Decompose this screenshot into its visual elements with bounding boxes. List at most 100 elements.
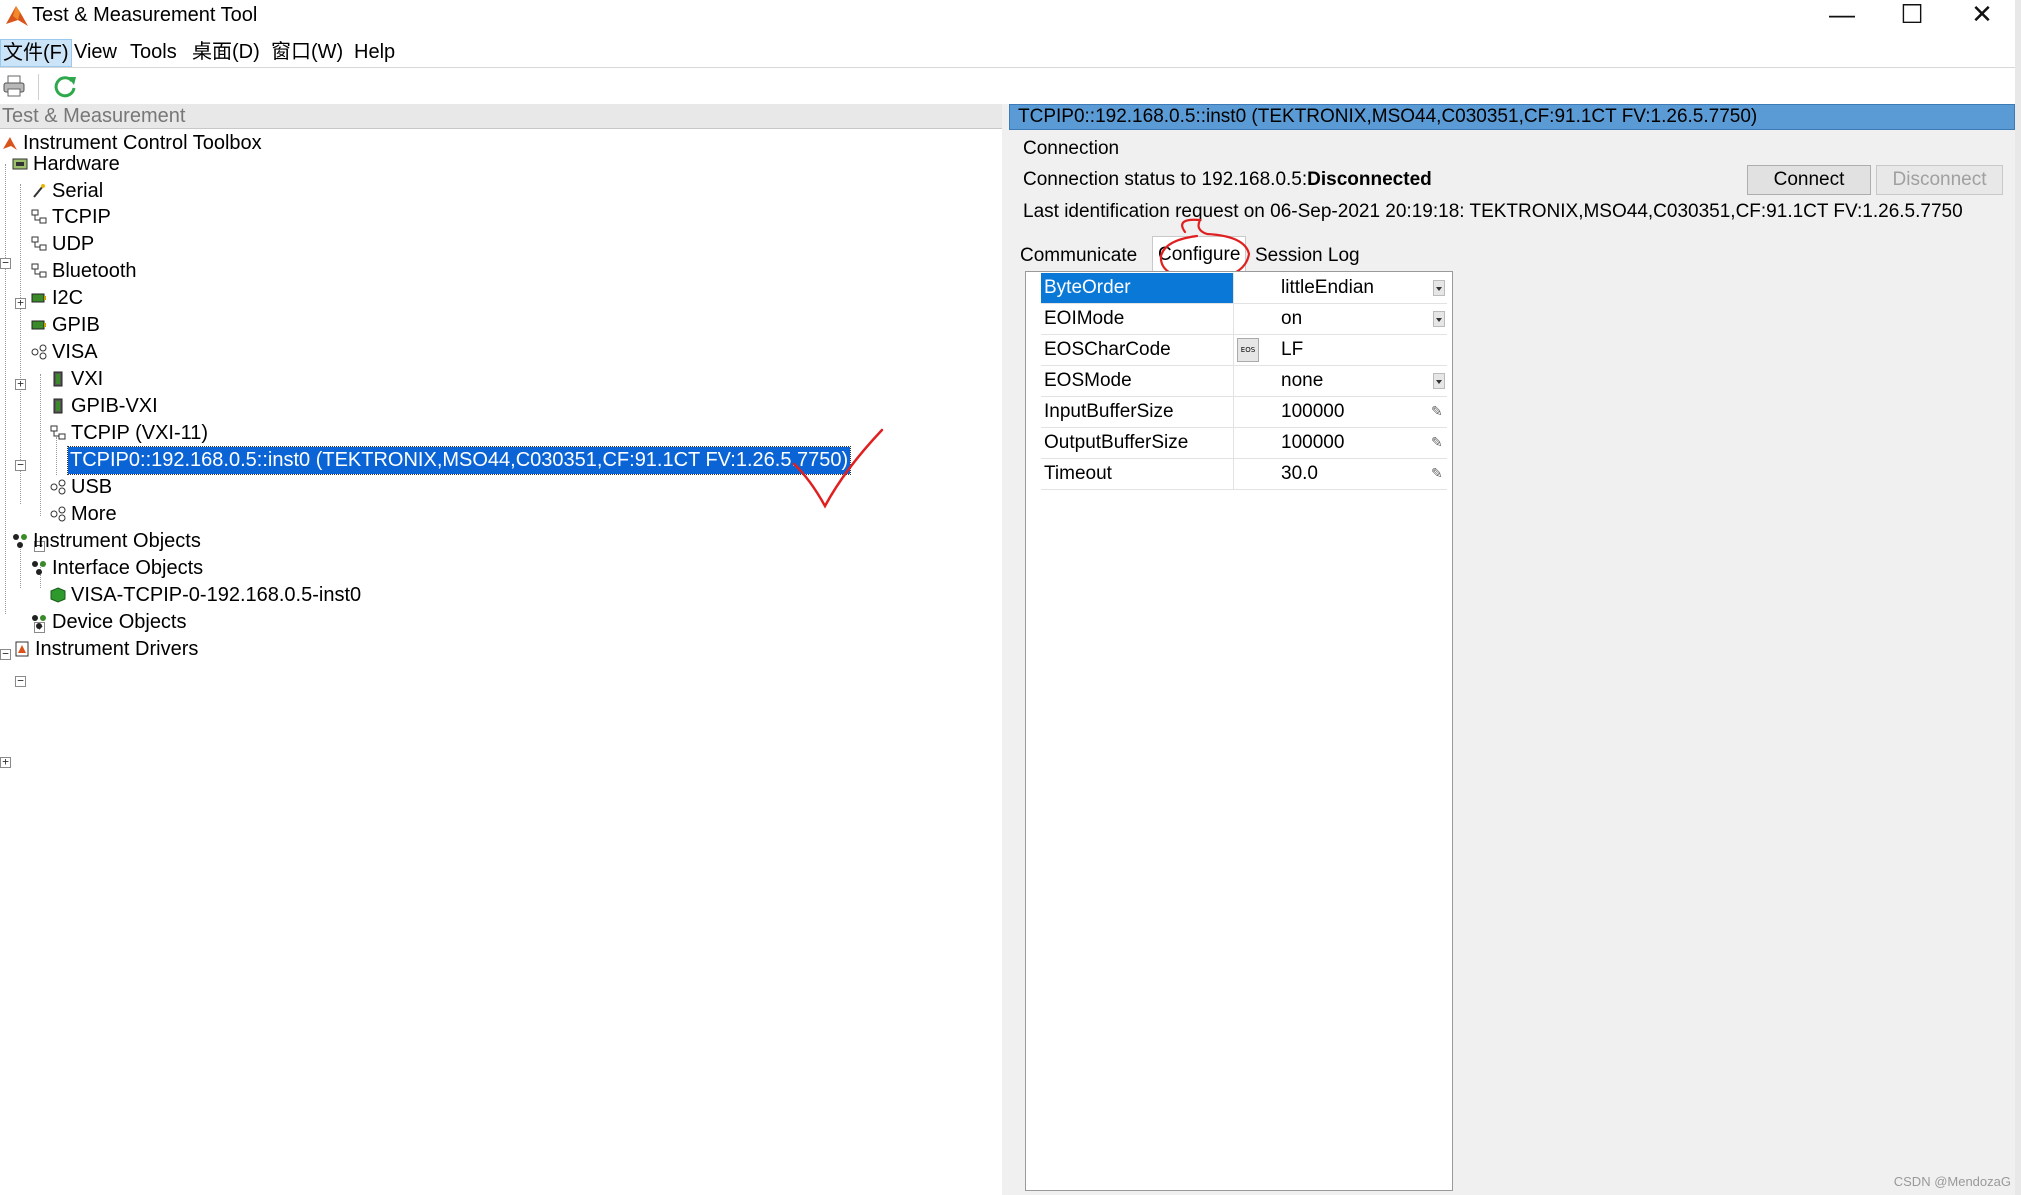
- tree-node-more[interactable]: More: [50, 501, 119, 528]
- tree-node-bluetooth[interactable]: Bluetooth: [31, 258, 139, 285]
- dropdown-arrow-icon[interactable]: [1433, 311, 1445, 327]
- objects-icon: [13, 534, 27, 548]
- network-icon: [31, 236, 47, 251]
- close-button[interactable]: ✕: [1947, 0, 2017, 30]
- property-row-eoimode[interactable]: EOIMode on: [1041, 304, 1447, 335]
- tree-node-tcpip[interactable]: TCPIP: [31, 204, 113, 231]
- hardware-icon: [12, 158, 28, 170]
- printer-icon[interactable]: [2, 74, 26, 98]
- connection-section-title: Connection: [1023, 138, 1120, 159]
- dropdown-arrow-icon[interactable]: [1433, 280, 1445, 296]
- property-name: EOIMode: [1041, 304, 1234, 334]
- disconnect-button[interactable]: Disconnect: [1876, 165, 2003, 195]
- cube-icon: [50, 587, 66, 603]
- connection-status-value: Disconnected: [1307, 169, 1432, 190]
- menu-window[interactable]: 窗口(W): [269, 39, 345, 65]
- toolbar-divider: [38, 74, 39, 100]
- property-name: EOSCharCode: [1041, 335, 1234, 365]
- tree-node-instrument-objects[interactable]: Instrument Objects: [12, 528, 203, 555]
- minimize-button[interactable]: —: [1807, 0, 1877, 30]
- tree-node-instrument-drivers[interactable]: Instrument Drivers: [14, 636, 200, 663]
- property-value[interactable]: on: [1281, 304, 1302, 334]
- expand-bluetooth-toggle[interactable]: +: [15, 378, 26, 390]
- pencil-icon[interactable]: ✎: [1431, 434, 1445, 450]
- tab-communicate[interactable]: Communicate: [1015, 240, 1142, 272]
- title-bar: Test & Measurement Tool — ☐ ✕: [0, 0, 2021, 34]
- chassis-icon: [53, 371, 63, 387]
- connect-button[interactable]: Connect: [1747, 165, 1871, 195]
- matlab-icon: [6, 6, 28, 26]
- tree-node-vxi[interactable]: VXI: [50, 366, 105, 393]
- tree-node-udp[interactable]: UDP: [31, 231, 96, 258]
- collapse-hardware-toggle[interactable]: −: [0, 257, 11, 269]
- tree-node-interface-objects[interactable]: Interface Objects: [31, 555, 205, 582]
- menu-view[interactable]: View: [72, 39, 119, 65]
- tree-node-usb[interactable]: USB: [50, 474, 114, 501]
- network-icon: [50, 425, 66, 440]
- property-name: EOSMode: [1041, 366, 1234, 396]
- property-value[interactable]: littleEndian: [1281, 273, 1374, 303]
- menu-help[interactable]: Help: [352, 39, 397, 65]
- tree-node-gpib[interactable]: GPIB: [31, 312, 102, 339]
- detail-header: TCPIP0::192.168.0.5::inst0 (TEKTRONIX,MS…: [1009, 104, 2015, 130]
- property-name: InputBufferSize: [1041, 397, 1234, 427]
- tree-node-hardware[interactable]: Hardware: [12, 151, 122, 178]
- detail-panel: TCPIP0::192.168.0.5::inst0 (TEKTRONIX,MS…: [1009, 104, 2015, 1195]
- maximize-button[interactable]: ☐: [1877, 0, 1947, 30]
- pencil-icon[interactable]: ✎: [1431, 403, 1445, 419]
- tree-node-device-objects[interactable]: Device Objects: [31, 609, 189, 636]
- objects-icon: [32, 561, 46, 575]
- property-name: Timeout: [1041, 459, 1234, 489]
- tree-node-tcpip-vxi11[interactable]: TCPIP (VXI-11): [50, 420, 210, 447]
- visa-icon: [50, 506, 66, 522]
- dropdown-arrow-icon[interactable]: [1433, 373, 1445, 389]
- property-value[interactable]: 100000: [1281, 397, 1344, 427]
- chassis-icon: [53, 398, 63, 414]
- property-row-eoscharcode[interactable]: EOSCharCode EOS LF: [1041, 335, 1447, 366]
- property-name: OutputBufferSize: [1041, 428, 1234, 458]
- property-value[interactable]: 100000: [1281, 428, 1344, 458]
- tab-session-log[interactable]: Session Log: [1250, 240, 1365, 272]
- menu-desktop[interactable]: 桌面(D): [190, 39, 262, 65]
- window-edge: [2015, 0, 2021, 1195]
- expand-serial-toggle[interactable]: +: [15, 297, 26, 309]
- property-value[interactable]: 30.0: [1281, 459, 1318, 489]
- board-icon: [31, 293, 46, 303]
- pencil-icon[interactable]: ✎: [1431, 465, 1445, 481]
- menu-tools[interactable]: Tools: [128, 39, 179, 65]
- watermark: CSDN @MendozaG: [1893, 1174, 2011, 1189]
- tree-node-gpib-vxi[interactable]: GPIB-VXI: [50, 393, 160, 420]
- window-title: Test & Measurement Tool: [32, 4, 258, 26]
- property-row-inputbuffersize[interactable]: InputBufferSize 100000 ✎: [1041, 397, 1447, 428]
- collapse-visa-toggle[interactable]: −: [15, 459, 26, 471]
- property-row-eosmode[interactable]: EOSMode none: [1041, 366, 1447, 397]
- tree-node-serial[interactable]: Serial: [31, 178, 105, 205]
- menu-bar: 文件(F) View Tools 桌面(D) 窗口(W) Help: [0, 36, 2021, 68]
- property-value[interactable]: LF: [1281, 335, 1303, 365]
- panel-splitter[interactable]: [1002, 104, 1009, 1195]
- objects-icon: [32, 615, 46, 629]
- property-name: ByteOrder: [1041, 273, 1234, 303]
- property-row-byteorder[interactable]: ByteOrder littleEndian: [1041, 273, 1447, 304]
- toolbar: [0, 68, 2021, 106]
- tree-node-visa-object[interactable]: VISA-TCPIP-0-192.168.0.5-inst0: [50, 582, 363, 609]
- property-value[interactable]: none: [1281, 366, 1323, 396]
- eos-editor-button[interactable]: EOS: [1237, 338, 1259, 362]
- connection-status-label: Connection status to 192.168.0.5:: [1023, 169, 1308, 190]
- tree-node-visa[interactable]: VISA: [31, 339, 100, 366]
- tree-panel: Test & Measurement Instrument Control To…: [0, 104, 1003, 1195]
- network-icon: [31, 263, 47, 278]
- refresh-icon[interactable]: [52, 73, 78, 99]
- tree-node-i2c[interactable]: I2C: [31, 285, 85, 312]
- property-row-outputbuffersize[interactable]: OutputBufferSize 100000 ✎: [1041, 428, 1447, 459]
- matlab-icon: [3, 137, 17, 150]
- expand-instrument-drivers-toggle[interactable]: +: [0, 756, 11, 768]
- serial-icon: [33, 184, 45, 198]
- network-icon: [31, 209, 47, 224]
- tree-node-selected-instrument[interactable]: TCPIP0::192.168.0.5::inst0 (TEKTRONIX,MS…: [66, 446, 852, 475]
- property-row-timeout[interactable]: Timeout 30.0 ✎: [1041, 459, 1447, 490]
- connection-status: Connection status to 192.168.0.5:Disconn…: [1023, 168, 1432, 192]
- collapse-interface-objects-toggle[interactable]: −: [15, 675, 26, 687]
- collapse-instrument-objects-toggle[interactable]: −: [0, 648, 11, 660]
- menu-file[interactable]: 文件(F): [0, 39, 72, 67]
